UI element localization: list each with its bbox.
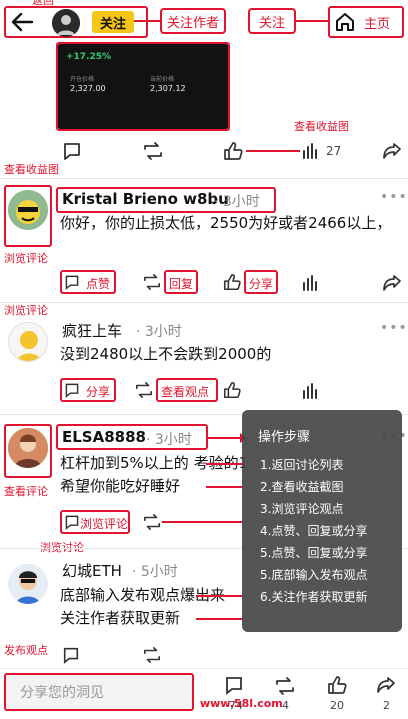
comment-icon[interactable] [224, 675, 244, 699]
steps-overlay: 操作步骤 1.返回讨论列表 2.查看收益截图 3.浏览评论观点 4.点赞、回复或… [242, 410, 402, 632]
repost-count: 4 [282, 699, 289, 712]
card-label-open: 开仓价格 [70, 76, 95, 83]
step-item: 6.关注作者获取更新 [260, 590, 368, 604]
arrow-line [246, 150, 300, 152]
user-avatar[interactable] [8, 428, 48, 468]
user-avatar[interactable] [8, 190, 48, 230]
share-icon[interactable] [382, 273, 402, 297]
comment-text: 没到2480以上不会跌到2000的 [60, 345, 272, 363]
user-avatar[interactable] [8, 564, 48, 604]
repost-icon[interactable] [142, 141, 164, 165]
like-icon[interactable] [222, 140, 244, 166]
watermark: www.58l.com [200, 697, 283, 710]
arrow-line [196, 618, 242, 620]
arrow-line [196, 595, 242, 597]
comment-username[interactable]: Kristal Brieno w8bu [62, 190, 229, 208]
stats-count: 27 [326, 144, 342, 158]
comment-icon[interactable] [64, 274, 80, 294]
home-icon[interactable] [334, 11, 356, 37]
author-avatar[interactable] [52, 9, 80, 37]
follow-button[interactable]: 关注 [92, 11, 134, 33]
stats-icon[interactable] [302, 382, 320, 404]
arrow-line [206, 486, 242, 488]
share-insight-input[interactable]: 分享您的洞见 [4, 673, 194, 711]
repost-icon[interactable] [142, 273, 162, 295]
divider [0, 302, 408, 303]
annotation-browse-comments: 浏览评论 [4, 252, 48, 265]
step-item: 5.底部输入发布观点 [260, 568, 368, 582]
like-icon[interactable] [326, 674, 348, 700]
stats-icon[interactable] [302, 142, 320, 164]
share-label[interactable]: 分享 [249, 275, 273, 292]
annotation-view-chart-right: 查看收益图 [294, 120, 349, 133]
browse-comment-label[interactable]: 浏览评论 [80, 515, 128, 532]
divider [0, 178, 408, 179]
comment-time: · 3小时 [136, 324, 182, 340]
stats-icon[interactable] [302, 274, 320, 296]
user-avatar[interactable] [8, 322, 48, 362]
step-item: 2.查看收益截图 [260, 480, 344, 494]
arrow-line [296, 20, 330, 22]
comment-icon[interactable] [62, 141, 82, 165]
comment-icon[interactable] [62, 646, 80, 668]
annotation-view-comments: 查看评论 [4, 485, 48, 498]
arrow-line [206, 463, 242, 465]
profit-screenshot[interactable]: +17.25% 开仓价格 当前价格 2,327.00 2,307.12 [58, 44, 228, 129]
back-arrow-icon[interactable] [10, 11, 34, 37]
steps-title: 操作步骤 [258, 430, 311, 445]
comment-username[interactable]: 疯狂上车 [62, 320, 122, 341]
profit-percent: +17.25% [66, 52, 112, 62]
card-value-open: 2,327.00 [70, 84, 106, 93]
repost-icon[interactable] [134, 381, 154, 403]
arrow-line [134, 20, 160, 22]
share-count: 2 [383, 699, 390, 712]
comment-time: · 3小时 [214, 194, 260, 210]
label-follow-author: 关注作者 [160, 8, 226, 34]
arrow-line [162, 521, 242, 523]
label-follow: 关注 [248, 8, 296, 34]
comment-username[interactable]: ELSA8888 [62, 428, 146, 446]
repost-icon[interactable] [142, 513, 162, 535]
comment-username[interactable]: 幻城ETH [62, 560, 122, 581]
share-icon[interactable] [376, 675, 396, 699]
card-label-current: 当前价格 [150, 76, 175, 83]
more-icon[interactable]: ••• [380, 189, 408, 205]
annotation-browse-comments-2: 浏览评论 [4, 304, 48, 317]
share-icon[interactable] [382, 141, 402, 165]
share-label[interactable]: 分享 [86, 383, 110, 400]
more-icon[interactable]: ••• [380, 320, 408, 336]
arrow-line [208, 437, 242, 439]
like-icon[interactable] [222, 380, 242, 404]
repost-icon[interactable] [142, 646, 162, 668]
like-label[interactable]: 点赞 [86, 275, 110, 292]
comment-time: · 3小时 [146, 432, 192, 448]
like-icon[interactable] [222, 272, 242, 296]
home-label[interactable]: 主页 [364, 13, 390, 32]
reply-label[interactable]: 回复 [169, 275, 193, 292]
comment-icon[interactable] [64, 382, 80, 402]
like-count: 20 [330, 699, 344, 712]
comment-time: · 5小时 [132, 564, 178, 580]
annotation-view-chart-left: 查看收益图 [4, 163, 59, 176]
comment-text: 你好，你的止损太低，2550为好或者2466以上， [60, 214, 392, 232]
view-opinion-label[interactable]: 查看观点 [161, 383, 209, 400]
annotation-post-opinion: 发布观点 [4, 644, 48, 657]
step-item: 4.点赞、回复或分享 [260, 524, 368, 538]
step-item: 3.浏览评论观点 [260, 502, 344, 516]
comment-icon[interactable] [64, 514, 80, 534]
card-value-current: 2,307.12 [150, 84, 186, 93]
step-item: 1.返回讨论列表 [260, 458, 344, 472]
step-item: 5.点赞、回复或分享 [260, 546, 368, 560]
